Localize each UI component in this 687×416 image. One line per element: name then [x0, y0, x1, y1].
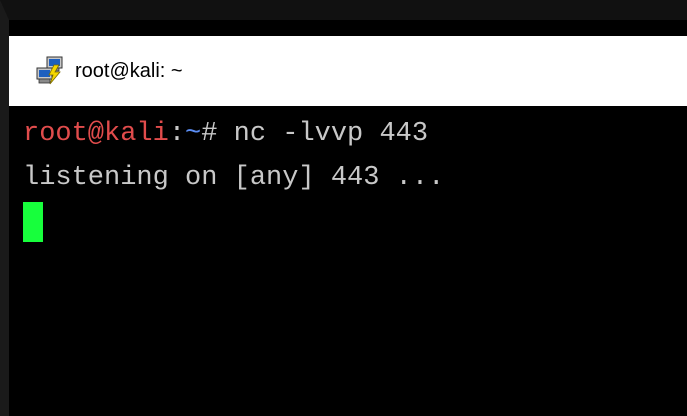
output-line: listening on [any] 443 ...: [23, 163, 445, 193]
terminal-screen[interactable]: root@kali:~# nc -lvvp 443 listening on […: [9, 106, 687, 416]
prompt-path: ~: [185, 119, 202, 149]
text-cursor: [23, 202, 43, 242]
prompt-separator: :: [168, 119, 186, 149]
title-bar[interactable]: root@kali: ~: [9, 36, 687, 106]
input-line[interactable]: [23, 200, 687, 244]
command-line: root@kali:~# nc -lvvp 443: [23, 112, 687, 156]
prompt-symbol: #: [201, 119, 234, 149]
command-text: nc -lvvp 443: [233, 119, 429, 149]
putty-computers-icon: [35, 56, 65, 86]
prompt-user-host: root@kali: [23, 119, 169, 149]
window-title: root@kali: ~: [75, 59, 183, 82]
